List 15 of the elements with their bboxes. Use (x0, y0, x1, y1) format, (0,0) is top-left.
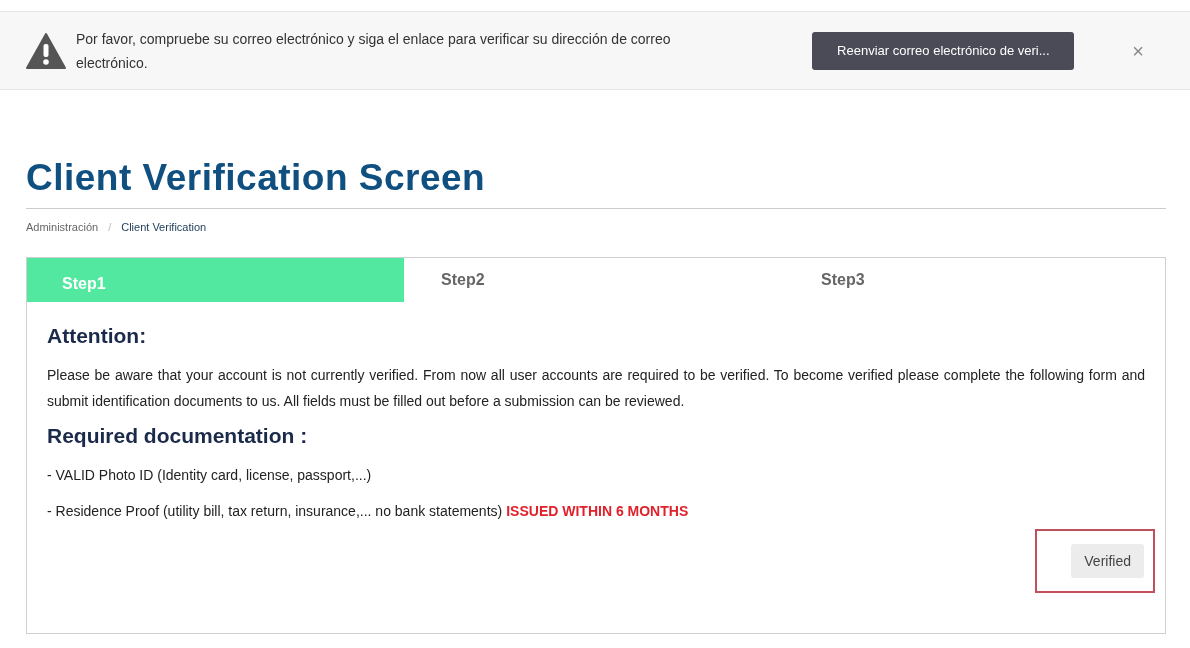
breadcrumb-separator: / (108, 219, 112, 235)
section-heading: Attention: (47, 323, 148, 349)
breadcrumb-current: Client Verification (121, 219, 207, 235)
resend-email-button[interactable]: Reenviar correo electrónico de veri... (812, 31, 1075, 70)
warning-icon (26, 32, 66, 69)
close-button[interactable]: × (1132, 40, 1144, 61)
breadcrumb-link[interactable]: Administración (26, 218, 99, 236)
attention-paragraph: Please be aware that your account is not currently verified. From now all user accounts are required to be verified. To become verified please complete the following form and submit identification documents to us. All fields must be filled out before a submission can be reviewed. (47, 365, 1145, 411)
requirement-item: - VALID Photo ID (Identity card, license, passport,...) (47, 466, 372, 485)
alert-message: Por favor, compruebe su correo electrónico y siga el enlace para verificar su dirección de correo electrónico. (76, 29, 672, 73)
requirement-note: ISSUED WITHIN 6 MONTHS (506, 502, 689, 521)
section-heading: Required documentation : (47, 422, 309, 449)
verified-button[interactable]: Verified (1071, 544, 1144, 578)
page-title: Client Verification Screen (26, 156, 487, 200)
requirement-item: - Residence Proof (utility bill, tax return, insurance,... no bank statements) (47, 502, 503, 521)
